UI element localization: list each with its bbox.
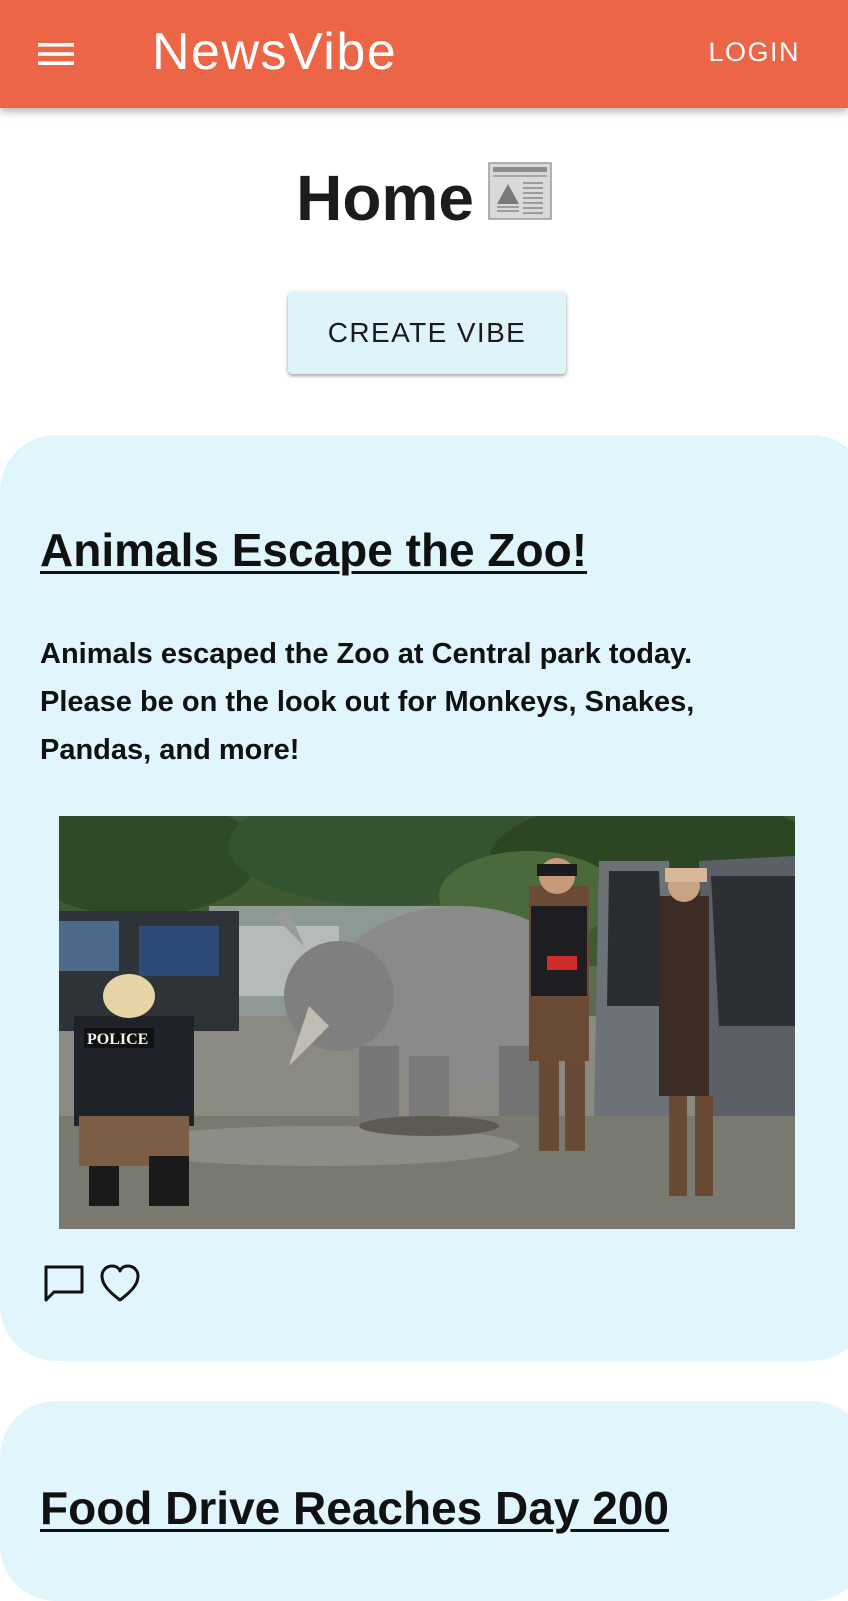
heart-icon bbox=[100, 1264, 140, 1302]
page-title-text: Home bbox=[296, 162, 474, 234]
hamburger-menu-icon bbox=[38, 43, 74, 65]
post-body: Animals escaped the Zoo at Central park … bbox=[40, 638, 695, 766]
post-image: POLICE bbox=[59, 816, 795, 1229]
create-vibe-button[interactable]: CREATE VIBE bbox=[288, 292, 566, 374]
post-title-link[interactable]: Food Drive Reaches Day 200 bbox=[40, 1478, 669, 1538]
login-button[interactable]: LOGIN bbox=[696, 30, 812, 74]
comment-button[interactable] bbox=[40, 1260, 88, 1308]
comment-icon bbox=[44, 1265, 84, 1302]
like-button[interactable] bbox=[96, 1260, 144, 1308]
menu-button[interactable] bbox=[24, 26, 88, 82]
newspaper-icon bbox=[488, 158, 552, 238]
rhino-police-photo: POLICE bbox=[59, 816, 795, 1229]
page-title: Home bbox=[0, 158, 848, 238]
post-title-link[interactable]: Animals Escape the Zoo! bbox=[40, 520, 587, 580]
app-brand[interactable]: NewsVibe bbox=[152, 18, 397, 86]
svg-text:POLICE: POLICE bbox=[87, 1031, 148, 1048]
app-bar: NewsVibe LOGIN bbox=[0, 0, 848, 108]
